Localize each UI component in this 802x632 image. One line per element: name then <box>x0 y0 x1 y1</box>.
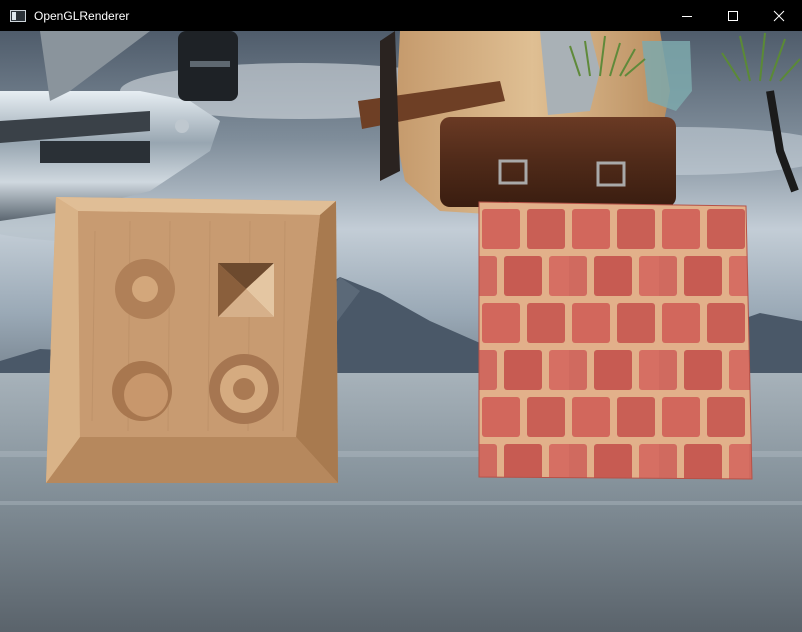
close-button[interactable] <box>756 0 802 31</box>
title-bar: OpenGLRenderer <box>0 0 802 31</box>
brick-parallax-quad <box>478 201 753 480</box>
close-icon <box>773 10 785 21</box>
app-window-icon <box>10 9 26 22</box>
maximize-button[interactable] <box>710 0 756 31</box>
window-controls <box>664 0 802 31</box>
wood-parallax-quad <box>46 197 338 483</box>
maximize-icon <box>728 10 738 21</box>
render-viewport[interactable] <box>0 31 802 632</box>
window-title: OpenGLRenderer <box>34 8 130 23</box>
rendered-scene <box>0 31 802 632</box>
minimize-icon <box>682 15 692 17</box>
minimize-button[interactable] <box>664 0 710 31</box>
